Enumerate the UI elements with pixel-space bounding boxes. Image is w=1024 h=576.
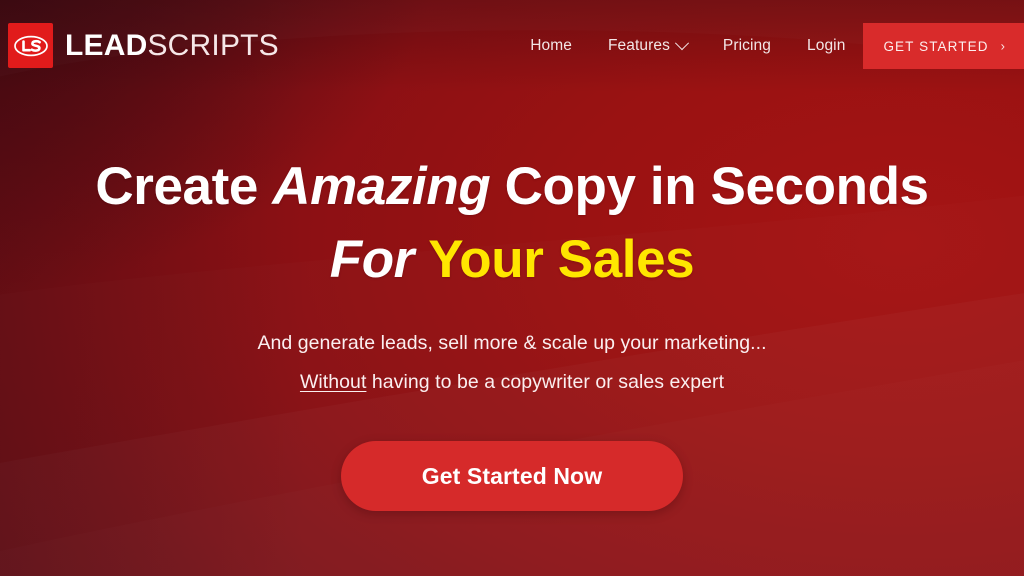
hero-subheading-rest: having to be a copywriter or sales exper… [366,370,725,393]
get-started-button[interactable]: GET STARTED › [863,23,1024,69]
nav-item-login-label: Login [807,37,846,54]
nav-item-home[interactable]: Home [512,23,590,69]
hero-subheading: And generate leads, sell more & scale up… [20,324,1004,401]
nav-item-login[interactable]: Login [789,23,863,69]
main-navigation: Home Features Pricing Login GET STARTED … [512,23,1024,69]
chevron-down-icon [674,36,689,51]
nav-item-pricing[interactable]: Pricing [705,23,789,69]
nav-item-pricing-label: Pricing [722,37,771,54]
chevron-right-icon: › [1000,38,1006,53]
brand-name-bold: LEAD [65,28,148,62]
page-title: Create Amazing Copy in Seconds For Your … [20,150,1004,296]
headline-part-1: Create [95,157,273,216]
hero-subheading-line-2: Without having to be a copywriter or sal… [300,371,724,393]
nav-item-features-label: Features [607,37,670,54]
headline-line-1: Create Amazing Copy in Seconds [95,157,929,216]
hero-subheading-underlined-word: Without [299,370,367,393]
brand-logo[interactable]: LEAD SCRIPTS [8,23,279,68]
hero-cta-container: Get Started Now [20,441,1004,512]
nav-item-home-label: Home [530,37,572,54]
ls-monogram-icon [8,23,53,68]
hero-subheading-line-1: And generate leads, sell more & scale up… [257,332,767,355]
headline-emphasis-amazing: Amazing [272,157,491,216]
headline-line-2: For Your Sales [330,230,695,289]
headline-highlight-your-sales: Your Sales [428,230,695,290]
site-header: LEAD SCRIPTS Home Features Pricing Login … [0,0,1024,92]
landing-page-hero: LEAD SCRIPTS Home Features Pricing Login … [0,0,1024,576]
get-started-button-label: GET STARTED [883,38,989,54]
nav-item-features[interactable]: Features [590,23,705,69]
headline-part-2: Copy in Seconds [490,157,929,216]
headline-emphasis-for: For [329,230,429,290]
brand-name-light: SCRIPTS [147,28,279,62]
get-started-now-button[interactable]: Get Started Now [341,441,683,512]
brand-wordmark: LEAD SCRIPTS [65,28,279,62]
hero-section: Create Amazing Copy in Seconds For Your … [0,150,1024,512]
